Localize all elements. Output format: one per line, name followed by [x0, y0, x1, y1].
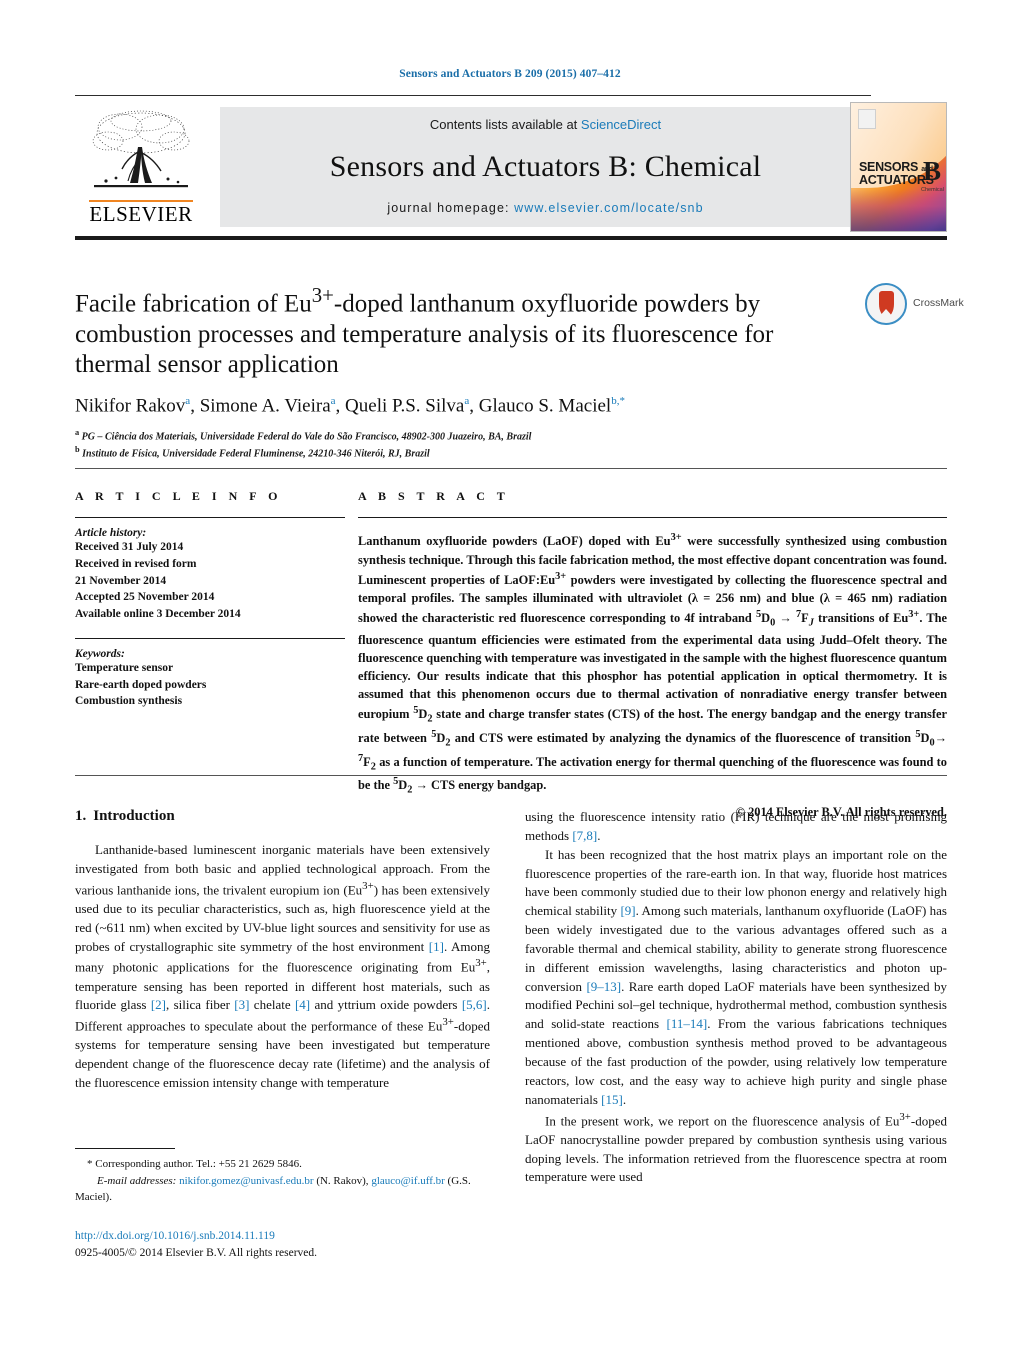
affiliation-a: a PG – Ciência dos Materiais, Universida… — [75, 428, 532, 443]
section-title: Introduction — [93, 808, 175, 824]
email-addresses-label: E-mail addresses: — [97, 1174, 177, 1187]
cover-bottom-gradient — [851, 189, 946, 231]
title-block: Facile fabrication of Eu3+-doped lanthan… — [75, 283, 964, 462]
body-column-left: 1. Introduction Lanthanide-based luminesc… — [75, 808, 490, 1093]
keywords-group: Keywords: Temperature sensor Rare-earth … — [75, 648, 345, 710]
article-info-column: A R T I C L E I N F O Article history: R… — [75, 489, 345, 710]
corresponding-author-note: * Corresponding author. Tel.: +55 21 262… — [87, 1158, 302, 1171]
crossmark-label: CrossMark — [913, 297, 964, 309]
affiliation-list: a PG – Ciência dos Materiais, Universida… — [75, 427, 947, 462]
keywords-rule — [75, 637, 345, 640]
article-info-rule — [75, 517, 345, 519]
journal-masthead: ELSEVIER Contents lists available at Sci… — [75, 95, 947, 245]
masthead-bottom-rule — [75, 236, 947, 240]
masthead-top-rule — [75, 95, 871, 96]
abstract-column: A B S T R A C T Lanthanum oxyfluoride po… — [358, 489, 947, 820]
affiliation-b: b Instituto de Física, Universidade Fede… — [75, 445, 430, 460]
intro-paragraph-2: using the fluorescence intensity ratio (… — [525, 809, 947, 843]
contents-available-line: Contents lists available at ScienceDirec… — [430, 117, 661, 132]
band-top-rule — [75, 468, 947, 469]
crossmark-badge[interactable]: CrossMark — [865, 283, 969, 327]
running-head: Sensors and Actuators B 209 (2015) 407–4… — [399, 68, 621, 80]
intro-paragraph-3: It has been recognized that the host mat… — [525, 846, 948, 1107]
sciencedirect-link[interactable]: ScienceDirect — [581, 117, 661, 132]
contents-prefix: Contents lists available at — [429, 117, 581, 132]
history-revised-date: 21 November 2014 — [75, 574, 167, 587]
history-received: Received 31 July 2014 — [75, 541, 184, 554]
article-info-heading: A R T I C L E I N F O — [75, 489, 282, 503]
history-accepted: Accepted 25 November 2014 — [75, 591, 215, 604]
keywords-label: Keywords: — [75, 648, 125, 661]
intro-paragraph-1: Lanthanide-based luminescent inorganic m… — [75, 842, 490, 1091]
history-revised-label: Received in revised form — [75, 558, 197, 571]
crossmark-icon — [865, 283, 907, 325]
section-number: 1. — [75, 808, 87, 824]
doi-link[interactable]: http://dx.doi.org/10.1016/j.snb.2014.11.… — [75, 1228, 515, 1245]
email-owner-1: (N. Rakov), — [316, 1174, 369, 1187]
email-link-1[interactable]: nikifor.gomez@univasf.edu.br — [179, 1175, 313, 1187]
abstract-rule — [358, 517, 947, 519]
cover-letter-b: B — [923, 156, 942, 186]
homepage-label: journal homepage: — [387, 201, 510, 215]
journal-title: Sensors and Actuators B: Chemical — [329, 149, 762, 183]
article-history-label: Article history: — [75, 527, 147, 540]
abstract-heading: A B S T R A C T — [358, 489, 510, 503]
paper-page: Sensors and Actuators B 209 (2015) 407–4… — [0, 0, 1020, 1351]
article-history-group: Article history: Received 31 July 2014 R… — [75, 527, 345, 622]
cover-elsevier-mark-icon — [858, 109, 876, 129]
band-bottom-rule — [75, 775, 947, 776]
keyword-2: Combustion synthesis — [75, 695, 183, 708]
issn-copyright-line: 0925-4005/© 2014 Elsevier B.V. All right… — [75, 1247, 318, 1260]
keyword-0: Temperature sensor — [75, 662, 174, 675]
journal-homepage-line: journal homepage: www.elsevier.com/locat… — [387, 201, 703, 215]
email-addresses-note: E-mail addresses: nikifor.gomez@univasf.… — [75, 1173, 490, 1206]
email-link-2[interactable]: glauco@if.uff.br — [371, 1175, 444, 1187]
masthead-box: Contents lists available at ScienceDirec… — [220, 107, 871, 227]
journal-cover-thumbnail: SENSORS and ACTUATORS B Chemical — [850, 102, 947, 232]
footnote-block: * Corresponding author. Tel.: +55 21 262… — [75, 1148, 490, 1206]
intro-paragraph-4: In the present work, we report on the fl… — [525, 1110, 947, 1185]
elsevier-tree-icon — [92, 110, 190, 188]
section-heading-introduction: 1. Introduction — [75, 808, 490, 825]
history-online: Available online 3 December 2014 — [75, 608, 241, 621]
elsevier-wordmark: ELSEVIER — [89, 200, 193, 226]
homepage-url-link[interactable]: www.elsevier.com/locate/snb — [514, 201, 704, 215]
body-column-right: using the fluorescence intensity ratio (… — [525, 808, 947, 1187]
doi-block: http://dx.doi.org/10.1016/j.snb.2014.11.… — [75, 1228, 515, 1263]
footnote-rule — [75, 1148, 175, 1150]
author-list: Nikifor Rakova, Simone A. Vieiraa, Queli… — [75, 394, 625, 417]
abstract-text: Lanthanum oxyfluoride powders (LaOF) dop… — [358, 532, 948, 796]
page-title: Facile fabrication of Eu3+-doped lanthan… — [75, 283, 774, 379]
elsevier-logo: ELSEVIER — [75, 107, 207, 227]
keyword-1: Rare-earth doped powders — [75, 678, 207, 691]
